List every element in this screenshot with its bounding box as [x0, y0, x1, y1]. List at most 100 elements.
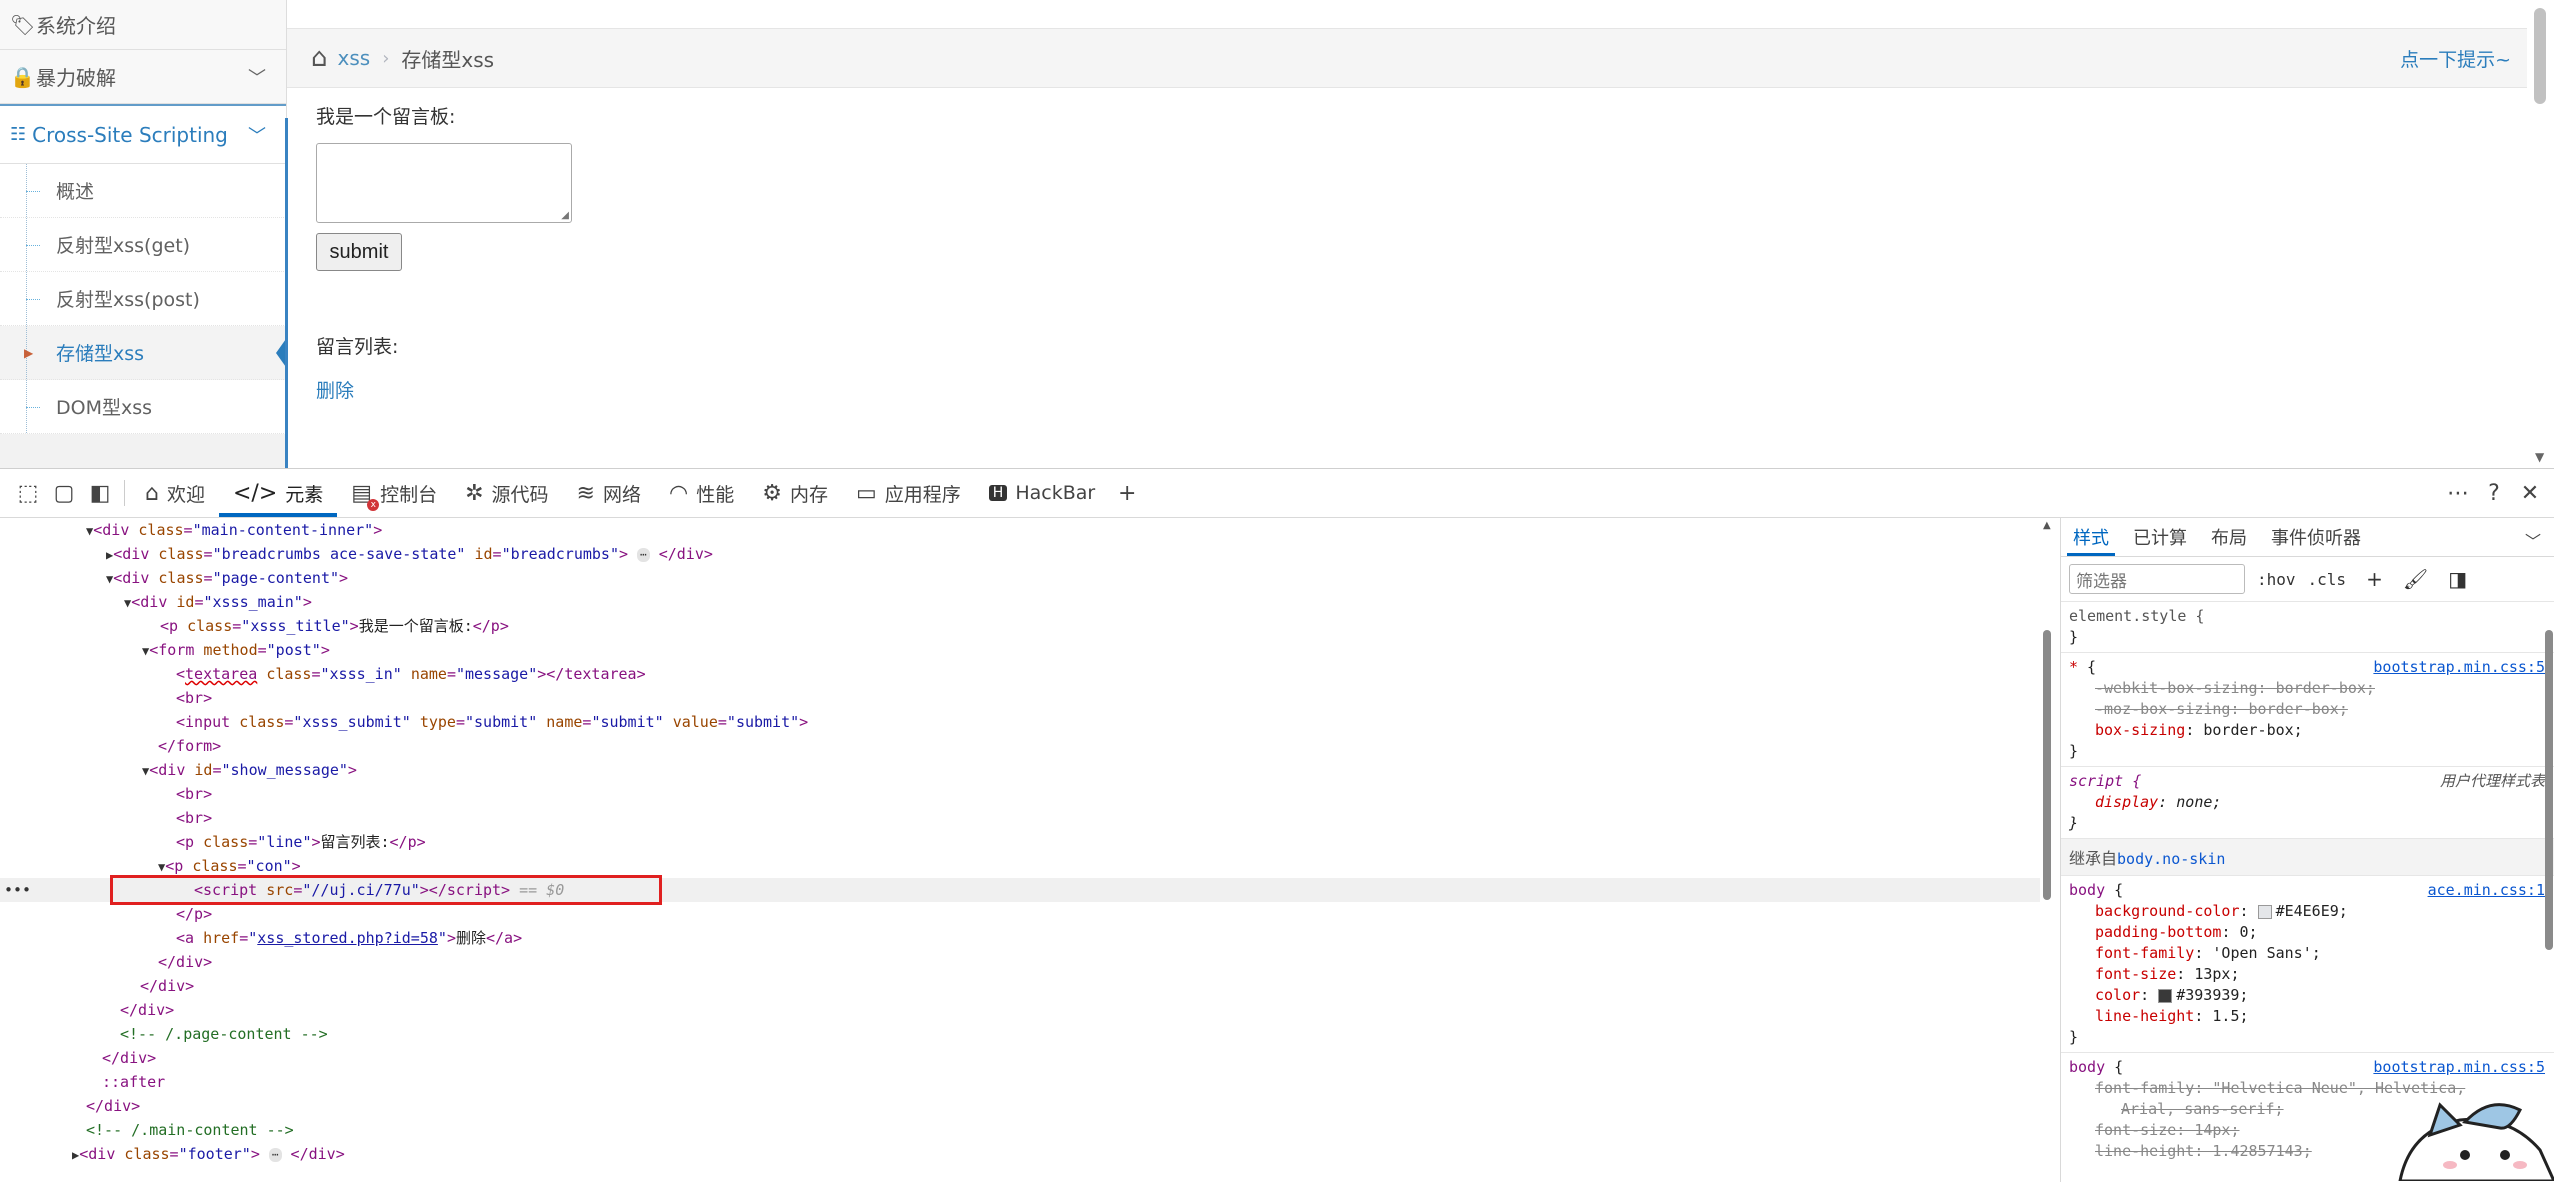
rule-script[interactable]: script { 用户代理样式表 display: none; } — [2061, 767, 2554, 839]
more-icon[interactable]: ⋯ — [2440, 475, 2476, 511]
css-property[interactable]: display: none; — [2069, 792, 2547, 813]
scrollbar-thumb[interactable] — [2043, 630, 2051, 900]
dom-node[interactable]: </div> — [120, 998, 174, 1022]
tab-elements[interactable]: </> 元素 — [218, 469, 338, 517]
dom-node[interactable]: </form> — [158, 734, 221, 758]
sidebar-subitem-reflected-get[interactable]: 反射型xss(get) — [0, 218, 286, 272]
add-tab-icon[interactable]: + — [1109, 475, 1145, 511]
color-swatch[interactable] — [2158, 988, 2173, 1003]
dom-node[interactable]: <br> — [176, 782, 212, 806]
dom-node[interactable]: <a href="xss_stored.php?id=58">删除</a> — [176, 926, 522, 950]
css-property[interactable]: box-sizing: border-box; — [2069, 720, 2547, 741]
resize-grip-icon[interactable]: ◢ — [561, 210, 569, 221]
dom-node[interactable]: <textarea class="xsss_in" name="message"… — [176, 662, 646, 686]
dom-node[interactable]: <p class="line">留言列表:</p> — [176, 830, 426, 854]
home-icon[interactable]: ⌂ — [311, 43, 328, 73]
tab-event-listeners[interactable]: 事件侦听器 — [2259, 518, 2373, 556]
tab-layout[interactable]: 布局 — [2199, 518, 2259, 556]
css-property[interactable]: -moz-box-sizing: border-box; — [2069, 699, 2547, 720]
tab-sources[interactable]: ✲ 源代码 — [451, 469, 562, 517]
paint-brush-icon[interactable]: 🖌 — [2403, 567, 2428, 591]
message-textarea[interactable]: ◢ — [316, 143, 572, 223]
inspect-icon[interactable]: ⬚ — [10, 475, 46, 511]
color-swatch[interactable] — [2257, 904, 2272, 919]
rule-universal[interactable]: * { bootstrap.min.css:5 -webkit-box-sizi… — [2061, 653, 2554, 767]
tab-application[interactable]: ▭ 应用程序 — [842, 469, 975, 517]
rule-body-ace[interactable]: body { ace.min.css:1 background-color: #… — [2061, 876, 2554, 1053]
dom-node[interactable]: <input class="xsss_submit" type="submit"… — [176, 710, 808, 734]
css-property[interactable]: color: #393939; — [2069, 985, 2547, 1006]
stylesheet-link[interactable]: ace.min.css:1 — [2428, 880, 2545, 901]
dom-node[interactable]: ▼<div id="xsss_main"> — [124, 590, 312, 614]
inherited-selector-link[interactable]: body.no-skin — [2117, 850, 2225, 868]
code-icon: </> — [232, 480, 278, 506]
help-icon[interactable]: ? — [2476, 475, 2512, 511]
row-menu-icon[interactable]: ••• — [4, 878, 31, 902]
chevron-down-icon[interactable]: ﹀ — [2525, 528, 2541, 552]
new-rule-icon[interactable]: + — [2366, 567, 2383, 591]
dom-node[interactable]: ▼<div class="page-content"> — [106, 566, 348, 590]
elements-scrollbar[interactable]: ▲ — [2040, 518, 2054, 1182]
chevron-down-icon: ﹀ — [248, 67, 266, 89]
tab-performance[interactable]: ◠ 性能 — [655, 469, 748, 517]
dom-node[interactable]: ▼<div class="main-content-inner"> — [86, 518, 382, 542]
hov-button[interactable]: :hov — [2257, 570, 2296, 589]
sidebar-item-xss[interactable]: ☷ Cross-Site Scripting ﹀ — [0, 104, 286, 164]
dom-node[interactable]: ▶<div class="footer"> ⋯ </div> — [72, 1142, 345, 1166]
dom-node[interactable]: </div> — [86, 1094, 140, 1118]
submit-button[interactable]: submit — [316, 233, 402, 271]
css-property[interactable]: line-height: 1.5; — [2069, 1006, 2547, 1027]
sidebar-item-system-intro[interactable]: 🏷 系统介绍 — [0, 0, 286, 50]
scrollbar-thumb[interactable] — [2545, 630, 2553, 950]
tab-styles[interactable]: 样式 — [2061, 518, 2121, 556]
tab-hackbar[interactable]: H HackBar — [975, 469, 1109, 517]
ellipsis-icon[interactable]: ⋯ — [637, 547, 650, 562]
tab-network[interactable]: ≋ 网络 — [563, 469, 655, 517]
page-scrollbar[interactable]: ▼ — [2528, 0, 2554, 468]
dom-node[interactable]: <br> — [176, 806, 212, 830]
stylesheet-link[interactable]: bootstrap.min.css:5 — [2373, 1057, 2545, 1078]
sidebar-subitem-overview[interactable]: 概述 — [0, 164, 286, 218]
css-property[interactable]: font-family: 'Open Sans'; — [2069, 943, 2547, 964]
ellipsis-icon[interactable]: ⋯ — [268, 1147, 282, 1162]
close-icon[interactable]: ✕ — [2512, 475, 2548, 511]
stylesheet-link[interactable]: bootstrap.min.css:5 — [2373, 657, 2545, 678]
delete-link[interactable]: 删除 — [316, 376, 354, 403]
sidebar-subitem-reflected-post[interactable]: 反射型xss(post) — [0, 272, 286, 326]
breadcrumb-link-xss[interactable]: xss — [338, 46, 371, 70]
scroll-down-icon[interactable]: ▼ — [2535, 450, 2544, 464]
tab-computed[interactable]: 已计算 — [2121, 518, 2199, 556]
cls-button[interactable]: .cls — [2308, 570, 2347, 589]
sidebar-subitem-stored[interactable]: ▶ 存储型xss — [0, 326, 286, 380]
dom-comment[interactable]: <!-- /.page-content --> — [120, 1022, 328, 1046]
scrollbar-thumb[interactable] — [2534, 8, 2546, 104]
dom-node[interactable]: </p> — [176, 902, 212, 926]
tab-console[interactable]: ▤ x 控制台 — [337, 469, 451, 517]
dom-node[interactable]: <br> — [176, 686, 212, 710]
tab-memory[interactable]: ⚙ 内存 — [748, 469, 842, 517]
dom-node[interactable]: <p class="xsss_title">我是一个留言板:</p> — [160, 614, 509, 638]
css-property[interactable]: background-color: #E4E6E9; — [2069, 901, 2547, 922]
dom-comment[interactable]: <!-- /.main-content --> — [86, 1118, 294, 1142]
dom-node[interactable]: </div> — [158, 950, 212, 974]
tab-welcome[interactable]: ⌂ 欢迎 — [131, 469, 219, 517]
styles-filter-input[interactable]: 筛选器 — [2069, 564, 2245, 594]
dom-node[interactable]: ▼<div id="show_message"> — [142, 758, 357, 782]
dock-icon[interactable]: ◧ — [82, 475, 118, 511]
dom-node[interactable]: ▶<div class="breadcrumbs ace-save-state"… — [106, 542, 713, 566]
dom-node[interactable]: ▼<form method="post"> — [142, 638, 330, 662]
toggle-sidebar-icon[interactable]: ◨ — [2448, 567, 2467, 591]
hint-link[interactable]: 点一下提示~ — [2400, 45, 2511, 72]
dom-node[interactable]: </div> — [102, 1046, 156, 1070]
sidebar-subitem-dom[interactable]: DOM型xss — [0, 380, 286, 434]
dom-node[interactable]: </div> — [140, 974, 194, 998]
css-property[interactable]: font-size: 13px; — [2069, 964, 2547, 985]
home-icon: ⌂ — [145, 480, 159, 506]
css-property[interactable]: -webkit-box-sizing: border-box; — [2069, 678, 2547, 699]
scroll-up-icon[interactable]: ▲ — [2043, 520, 2051, 531]
sidebar-item-brute-force[interactable]: 🔒 暴力破解 ﹀ — [0, 50, 286, 104]
rule-element-style[interactable]: element.style { } — [2061, 602, 2554, 653]
css-property[interactable]: padding-bottom: 0; — [2069, 922, 2547, 943]
dom-pseudo[interactable]: ::after — [102, 1070, 165, 1094]
device-toggle-icon[interactable]: ▢ — [46, 475, 82, 511]
